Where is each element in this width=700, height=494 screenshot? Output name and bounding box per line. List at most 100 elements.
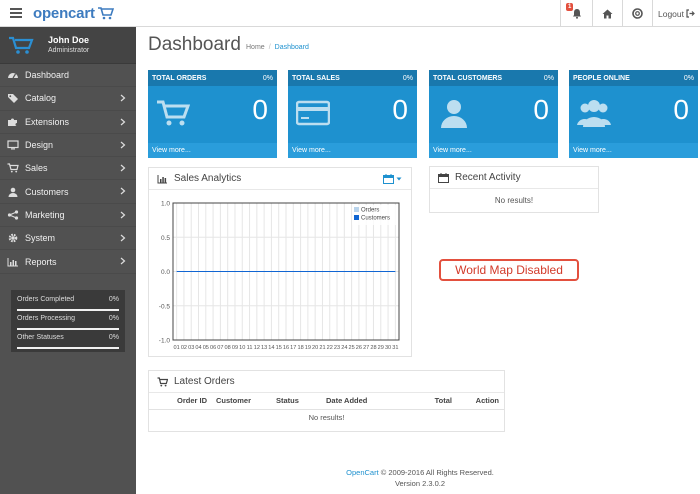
x-tick-label: 10 [239, 345, 245, 351]
stat-label: Orders Completed [17, 296, 75, 303]
tile-percent: 0% [402, 74, 413, 82]
chevron-right-icon [120, 141, 126, 149]
user-name: John Doe [48, 35, 90, 45]
tile-total-orders: TOTAL ORDERS 0% 0 View more... [148, 70, 277, 158]
sales-analytics-chart: 1.00.50.0-0.5-1.001 02 03 04 05 06 07 08 09 10 11 1… [159, 201, 400, 351]
view-more-link[interactable]: View more... [288, 143, 417, 158]
column-customer[interactable]: Customer [207, 393, 276, 410]
view-more-link[interactable]: View more... [148, 143, 277, 158]
x-tick-label: 02 [181, 345, 187, 351]
column-date-added[interactable]: Date Added [326, 393, 404, 410]
help-button[interactable] [622, 0, 652, 27]
tile-percent: 0% [262, 74, 273, 82]
y-tick-label: 1.0 [161, 201, 170, 208]
x-tick-label: 20 [312, 345, 318, 351]
page-title: Dashboard [148, 34, 241, 55]
chevron-right-icon [120, 234, 126, 242]
table-header-row: Order ID Customer Status Date Added Tota… [149, 393, 504, 410]
logout-label: Logout [658, 8, 684, 19]
x-tick-label: 24 [341, 345, 347, 351]
breadcrumb-home[interactable]: Home [246, 44, 265, 51]
y-tick-label: -1.0 [159, 338, 171, 345]
x-tick-label: 21 [319, 345, 325, 351]
stat-orders-completed: Orders Completed 0% [17, 294, 119, 313]
breadcrumb: Home / Dashboard [246, 44, 309, 51]
dashboard-icon [8, 73, 18, 79]
x-tick-label: 30 [385, 345, 391, 351]
x-tick-label: 13 [261, 345, 267, 351]
x-tick-label: 26 [356, 345, 362, 351]
nav-item-catalog[interactable]: Catalog [0, 87, 136, 111]
column-status[interactable]: Status [276, 393, 326, 410]
sidebar: John Doe Administrator Dashboard Catalog… [0, 27, 136, 494]
nav-item-extensions[interactable]: Extensions [0, 111, 136, 134]
stat-label: Other Statuses [17, 334, 64, 341]
column-order-id[interactable]: Order ID [149, 393, 207, 410]
logout-button[interactable]: Logout [652, 0, 700, 27]
stat-value: 0% [108, 296, 119, 303]
tile-title: TOTAL CUSTOMERS [433, 74, 503, 82]
user-profile[interactable]: John Doe Administrator [0, 27, 136, 64]
nav-item-reports[interactable]: Reports [0, 250, 136, 274]
y-tick-label: -0.5 [159, 303, 171, 310]
view-more-link[interactable]: View more... [569, 143, 698, 158]
tile-value: 0 [673, 94, 689, 125]
nav-item-dashboard[interactable]: Dashboard [0, 64, 136, 88]
main-navigation: Dashboard Catalog Extensions Design Sale… [0, 64, 136, 274]
sign-out-icon [686, 9, 695, 18]
x-tick-label: 27 [363, 345, 369, 351]
progress-bar [17, 309, 119, 311]
x-tick-label: 05 [203, 345, 209, 351]
nav-label: Dashboard [25, 70, 70, 81]
nav-item-design[interactable]: Design [0, 134, 136, 158]
chevron-right-icon [120, 257, 126, 265]
legend-label: Orders [361, 208, 379, 214]
x-tick-label: 29 [378, 345, 384, 351]
home-button[interactable] [592, 0, 622, 27]
shopping-cart-icon [157, 100, 190, 126]
tile-value: 0 [252, 94, 268, 125]
cog-icon [8, 233, 18, 243]
menu-toggle-icon[interactable] [8, 6, 24, 20]
cart-icon [7, 163, 19, 173]
nav-label: Customers [25, 186, 69, 197]
copyright-text: © 2009-2016 All Rights Reserved. [380, 468, 494, 477]
nav-item-marketing[interactable]: Marketing [0, 204, 136, 228]
column-total[interactable]: Total [404, 393, 452, 410]
tile-title: TOTAL SALES [292, 74, 340, 82]
opencart-cart-icon [9, 36, 34, 54]
x-tick-label: 15 [276, 345, 282, 351]
x-tick-label: 28 [370, 345, 376, 351]
x-tick-label: 07 [217, 345, 223, 351]
x-tick-label: 06 [210, 345, 216, 351]
x-tick-label: 14 [268, 345, 274, 351]
x-tick-label: 11 [247, 345, 253, 351]
sales-analytics-panel: Sales Analytics 1.0 0.5 0.0 -0.5 -1.0 01 02 03 0… [148, 167, 412, 357]
legend-label: Customers [361, 216, 390, 222]
nav-label: Extensions [25, 116, 70, 127]
panel-heading: Latest Orders [149, 371, 504, 393]
opencart-logo[interactable]: opencart [33, 3, 114, 23]
share-icon [7, 210, 19, 220]
date-range-dropdown[interactable] [383, 174, 402, 184]
opencart-link[interactable]: OpenCart [346, 468, 379, 477]
stat-value: 0% [108, 315, 119, 322]
breadcrumb-dashboard[interactable]: Dashboard [275, 44, 309, 51]
nav-item-sales[interactable]: Sales [0, 157, 136, 181]
stat-label: Orders Processing [17, 315, 75, 322]
cart-logo-icon [97, 7, 114, 20]
nav-item-customers[interactable]: Customers [0, 180, 136, 204]
legend-swatch [354, 207, 359, 212]
chevron-right-icon [120, 164, 126, 172]
progress-bar [17, 347, 119, 349]
chevron-right-icon [120, 211, 126, 219]
table-row: No results! [149, 409, 504, 425]
legend-swatch [354, 215, 359, 220]
notifications-button[interactable]: 1 [560, 0, 592, 27]
breadcrumb-separator: / [268, 44, 271, 51]
latest-orders-table: Order ID Customer Status Date Added Tota… [149, 393, 504, 425]
lifebuoy-icon [632, 8, 643, 19]
view-more-link[interactable]: View more... [429, 143, 558, 158]
nav-item-system[interactable]: System [0, 227, 136, 251]
x-tick-label: 04 [195, 345, 201, 351]
